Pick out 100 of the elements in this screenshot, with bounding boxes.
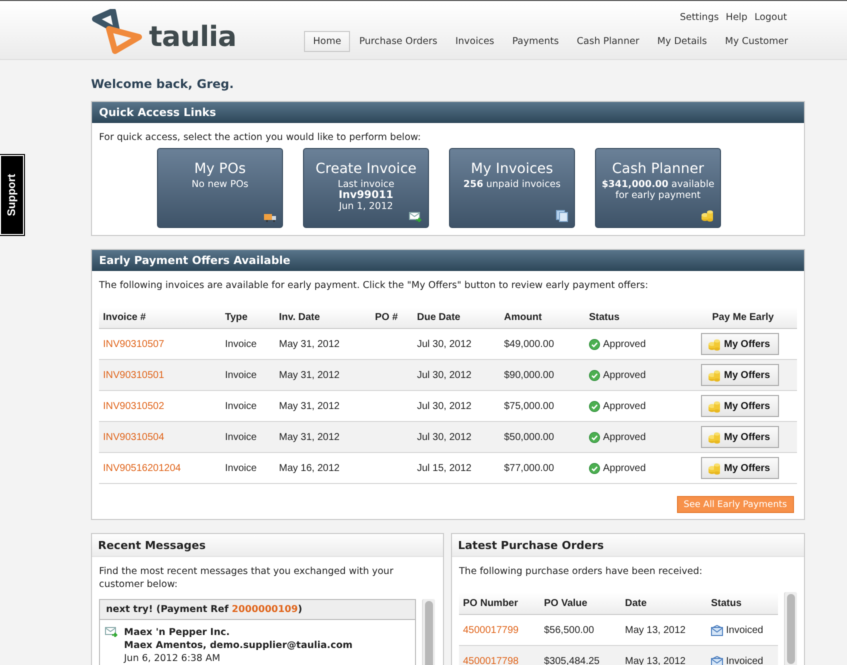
quick-link-tile[interactable]: Cash Planner $341,000.00 available for early payment bbox=[595, 148, 721, 228]
column-header: Type bbox=[225, 312, 249, 323]
table-cell-text: $305,484.25 bbox=[544, 656, 601, 665]
header-link[interactable]: Logout bbox=[754, 12, 787, 23]
table-cell-text: Invoice bbox=[225, 432, 258, 442]
table-cell-text: May 13, 2012 bbox=[625, 624, 687, 636]
message-company: Maex 'n Pepper Inc. bbox=[124, 626, 231, 639]
message-subject: next try! (Payment Ref 2000000109) bbox=[100, 600, 415, 620]
check-icon bbox=[589, 338, 600, 350]
column-header: PO Value bbox=[544, 598, 588, 608]
header-link[interactable]: Settings bbox=[680, 12, 719, 23]
nav-tab[interactable]: Home bbox=[304, 31, 350, 52]
panel-description: Find the most recent messages that you exchanged with your customer below: bbox=[98, 565, 394, 591]
panel-description: The following purchase orders have been received: bbox=[458, 565, 704, 578]
coins-icon bbox=[708, 430, 721, 444]
column-header: Status bbox=[711, 598, 743, 608]
header-link[interactable]: Help bbox=[726, 12, 748, 23]
envelope-icon bbox=[711, 624, 723, 636]
coins-icon bbox=[708, 338, 721, 350]
column-header: Pay Me Early bbox=[712, 312, 774, 323]
nav-tab[interactable]: Cash Planner bbox=[568, 31, 648, 52]
tile-text: for early payment bbox=[614, 190, 702, 201]
table-cell-text: Invoice bbox=[225, 370, 258, 380]
nav-tab[interactable]: Payments bbox=[503, 31, 568, 52]
nav-tab[interactable]: My Customer bbox=[716, 31, 797, 52]
table-cell-text: Invoice bbox=[225, 400, 258, 412]
panel-description: For quick access, select the action you would like to perform below: bbox=[98, 131, 422, 144]
table-cell-text: May 31, 2012 bbox=[279, 338, 341, 350]
support-tab[interactable]: Support bbox=[0, 155, 24, 235]
table-cell-text: $90,000.00 bbox=[504, 370, 556, 380]
tile-title: My POs bbox=[193, 161, 247, 177]
check-icon bbox=[589, 370, 600, 380]
nav-tab[interactable]: My Details bbox=[648, 31, 716, 52]
check-icon bbox=[589, 462, 600, 474]
logo-text[interactable]: taulia bbox=[149, 20, 236, 53]
envelope-icon bbox=[711, 656, 723, 665]
status-text: Approved bbox=[603, 338, 646, 350]
table-cell-text: May 31, 2012 bbox=[279, 370, 341, 380]
table-cell-text: Invoice bbox=[225, 338, 258, 350]
column-header: PO # bbox=[375, 312, 399, 323]
message-sender: Maex Amentos, demo.supplier@taulia.com bbox=[124, 639, 353, 652]
table-cell-text: $75,000.00 bbox=[504, 400, 556, 412]
coins-icon bbox=[708, 400, 721, 412]
panel-header: Quick Access Links bbox=[92, 102, 804, 123]
status-text: Approved bbox=[603, 370, 646, 380]
scrollbar[interactable] bbox=[784, 592, 797, 665]
quick-link-tile[interactable]: My POs No new POs bbox=[157, 148, 283, 228]
my-offers-button[interactable]: My Offers bbox=[701, 457, 780, 479]
column-header: Invoice # bbox=[103, 312, 147, 323]
my-offers-button[interactable]: My Offers bbox=[701, 364, 780, 386]
table-cell-text: Invoice bbox=[225, 462, 258, 474]
column-header: Inv. Date bbox=[279, 312, 321, 323]
tile-text: $341,000.00 available bbox=[600, 179, 716, 190]
nav-tab[interactable]: Invoices bbox=[446, 31, 504, 52]
my-offers-button[interactable]: My Offers bbox=[701, 426, 780, 448]
coins-icon bbox=[708, 462, 721, 474]
check-icon bbox=[589, 432, 600, 442]
truck-icon bbox=[264, 213, 276, 222]
quick-link-tile[interactable]: Create Invoice Last invoice Inv99011 Jun 1, 2012 bbox=[303, 148, 429, 228]
status-text: Approved bbox=[603, 400, 646, 412]
tile-text: No new POs bbox=[190, 179, 250, 190]
tile-title: Cash Planner bbox=[611, 161, 705, 177]
my-offers-button[interactable]: My Offers bbox=[701, 333, 780, 355]
table-cell-text: May 31, 2012 bbox=[279, 432, 341, 442]
tile-text: Last invoice bbox=[336, 179, 396, 190]
my-offers-button[interactable]: My Offers bbox=[701, 395, 780, 417]
table-cell-text: May 16, 2012 bbox=[279, 462, 341, 474]
coins-icon bbox=[708, 368, 721, 382]
column-header: Status bbox=[589, 312, 621, 323]
table-cell-text: Jul 30, 2012 bbox=[417, 400, 472, 412]
column-header: PO Number bbox=[463, 598, 520, 608]
panel-header: Early Payment Offers Available bbox=[92, 250, 804, 271]
table-cell-text: $56,500.00 bbox=[544, 624, 596, 636]
tile-title: Create Invoice bbox=[314, 161, 418, 177]
panel-header: Recent Messages bbox=[92, 534, 443, 557]
table-cell-text: $49,000.00 bbox=[504, 338, 556, 350]
column-header: Due Date bbox=[417, 312, 462, 323]
coins-icon bbox=[701, 209, 714, 222]
table-cell-text: Jul 30, 2012 bbox=[417, 432, 472, 442]
panel-header: Latest Purchase Orders bbox=[452, 534, 804, 557]
table-cell-text: May 31, 2012 bbox=[279, 400, 341, 412]
nav-tab[interactable]: Purchase Orders bbox=[350, 31, 446, 52]
status-text: Approved bbox=[603, 462, 646, 474]
tile-text: 256 unpaid invoices bbox=[462, 179, 562, 190]
tile-text: Jun 1, 2012 bbox=[338, 201, 394, 212]
column-header: Amount bbox=[504, 312, 543, 323]
table-cell-text: Jul 30, 2012 bbox=[417, 338, 472, 350]
status-text: Invoiced bbox=[726, 656, 764, 665]
message-time: Jun 6, 2012 6:38 AM bbox=[124, 652, 222, 665]
table-cell-text: Jul 30, 2012 bbox=[417, 370, 472, 380]
status-text: Approved bbox=[603, 432, 646, 442]
table-cell-text: $77,000.00 bbox=[504, 462, 556, 474]
scrollbar[interactable] bbox=[422, 599, 435, 665]
panel-description: The following invoices are available for early payment. Click the "My Offers" button to review early payment offers: bbox=[98, 279, 650, 292]
table-cell-text: $50,000.00 bbox=[504, 432, 556, 442]
welcome-heading: Welcome back, Greg. bbox=[91, 77, 235, 91]
tile-text: Inv99011 bbox=[338, 190, 394, 201]
table-cell-text: Jul 15, 2012 bbox=[417, 462, 472, 474]
quick-link-tile[interactable]: My Invoices 256 unpaid invoices bbox=[449, 148, 575, 228]
documents-icon bbox=[556, 210, 568, 222]
